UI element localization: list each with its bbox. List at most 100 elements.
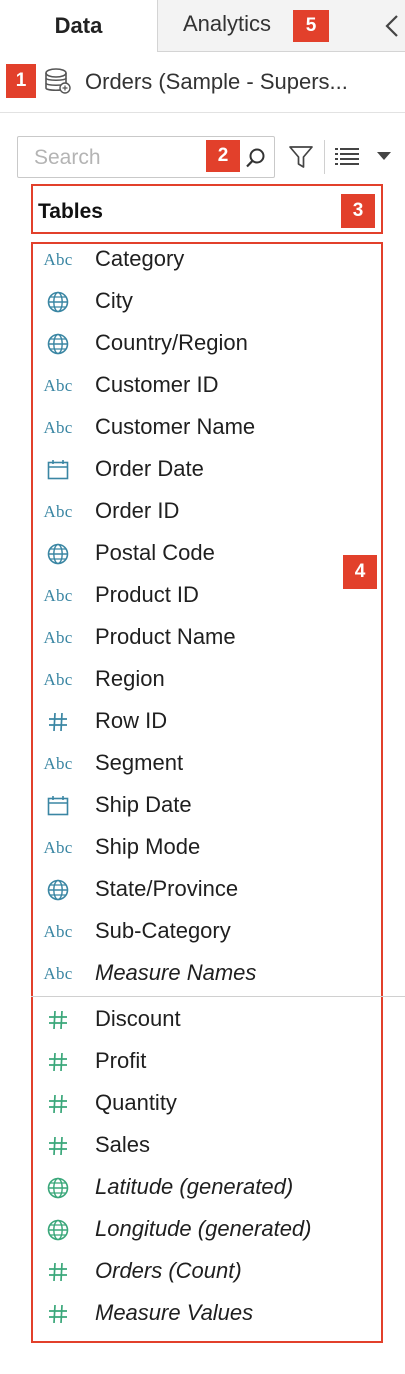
field-label: Discount (95, 1006, 181, 1031)
dimension-field[interactable]: Abc Measure Names (0, 953, 405, 995)
dimension-field[interactable]: Abc Segment (0, 743, 405, 785)
field-label: Country/Region (95, 330, 248, 355)
measure-field[interactable]: Sales (0, 1125, 405, 1167)
search-input[interactable] (34, 145, 214, 171)
abc-icon: Abc (40, 248, 76, 272)
field-label: State/Province (95, 876, 239, 901)
measure-field[interactable]: Measure Values (0, 1293, 405, 1335)
measure-field[interactable]: Longitude (generated) (0, 1209, 405, 1251)
field-label: Quantity (95, 1090, 177, 1115)
measure-field[interactable]: Quantity (0, 1083, 405, 1125)
dimension-field[interactable]: Abc Category (0, 239, 405, 281)
search-icon[interactable] (244, 146, 268, 170)
measure-field[interactable]: Profit (0, 1041, 405, 1083)
field-label: Sub-Category (95, 918, 231, 943)
field-label: Order ID (95, 498, 180, 523)
field-label: Order Date (95, 456, 204, 481)
abc-icon-text: Abc (43, 502, 73, 521)
hash-icon (40, 1260, 76, 1284)
toolbar-divider (324, 140, 325, 174)
dimension-field[interactable]: Order Date (0, 449, 405, 491)
measure-field[interactable]: Discount (0, 999, 405, 1041)
collapse-pane-icon[interactable] (379, 12, 405, 40)
datasource-cylinder-icon (45, 68, 71, 94)
hash-icon (40, 710, 76, 734)
tab-data[interactable]: Data (0, 0, 157, 52)
field-label: Ship Date (95, 792, 192, 817)
abc-icon: Abc (40, 626, 76, 650)
abc-icon-text: Abc (43, 838, 73, 857)
field-label: Customer Name (95, 414, 256, 439)
annotation-badge-1: 1 (6, 64, 36, 98)
dimension-field[interactable]: Abc Customer ID (0, 365, 405, 407)
tab-analytics-label: Analytics (183, 11, 272, 36)
tab-analytics[interactable]: Analytics (157, 0, 405, 52)
field-label: Longitude (generated) (95, 1216, 312, 1241)
measure-field[interactable]: Latitude (generated) (0, 1167, 405, 1209)
measure-field[interactable]: Orders (Count) (0, 1251, 405, 1293)
dimension-field[interactable]: Abc Region (0, 659, 405, 701)
hash-icon (40, 1092, 76, 1116)
tables-section-header: Tables (31, 184, 383, 234)
globe-icon (40, 1218, 76, 1242)
dimension-field[interactable]: Abc Sub-Category (0, 911, 405, 953)
dimension-field[interactable]: Abc Ship Mode (0, 827, 405, 869)
view-list-icon[interactable] (334, 146, 360, 166)
abc-icon: Abc (40, 584, 76, 608)
abc-icon: Abc (40, 752, 76, 776)
annotation-badge-5: 5 (293, 10, 329, 42)
field-label: City (95, 288, 133, 313)
abc-icon-text: Abc (43, 376, 73, 395)
abc-icon: Abc (40, 962, 76, 986)
abc-icon: Abc (40, 500, 76, 524)
abc-icon-text: Abc (43, 250, 73, 269)
dimension-measure-divider (31, 996, 405, 997)
field-label: Region (95, 666, 165, 691)
abc-icon: Abc (40, 920, 76, 944)
abc-icon-text: Abc (43, 418, 73, 437)
globe-icon (40, 542, 76, 566)
hash-icon (40, 1050, 76, 1074)
field-label: Category (95, 246, 185, 271)
globe-icon (40, 1176, 76, 1200)
dimension-field[interactable]: Row ID (0, 701, 405, 743)
datasource-name: Orders (Sample - Supers... (85, 69, 348, 94)
dimension-field[interactable]: City (0, 281, 405, 323)
dimension-field[interactable]: Country/Region (0, 323, 405, 365)
field-label: Sales (95, 1132, 151, 1157)
globe-icon (40, 332, 76, 356)
abc-icon: Abc (40, 836, 76, 860)
hash-icon (40, 1302, 76, 1326)
calendar-icon (40, 794, 76, 818)
field-label: Product Name (95, 624, 236, 649)
dimension-field[interactable]: Abc Order ID (0, 491, 405, 533)
datasource-row[interactable]: Orders (Sample - Supers... (0, 58, 405, 104)
abc-icon-text: Abc (43, 922, 73, 941)
field-label: Postal Code (95, 540, 215, 565)
dimension-field[interactable]: Abc Customer Name (0, 407, 405, 449)
hash-icon (40, 1008, 76, 1032)
dimension-field[interactable]: Abc Product Name (0, 617, 405, 659)
annotation-badge-2: 2 (206, 140, 240, 172)
abc-icon-text: Abc (43, 586, 73, 605)
divider (0, 112, 405, 113)
filter-icon[interactable] (287, 143, 315, 171)
side-pane-tabs: Data Analytics (0, 0, 405, 52)
abc-icon-text: Abc (43, 964, 73, 983)
tables-label: Tables (38, 200, 103, 223)
calendar-icon (40, 458, 76, 482)
annotation-badge-3: 3 (341, 194, 375, 228)
field-label: Product ID (95, 582, 199, 607)
field-label: Row ID (95, 708, 168, 733)
abc-icon-text: Abc (43, 628, 73, 647)
dimension-field[interactable]: Postal Code (0, 533, 405, 575)
dimension-field[interactable]: Abc Product ID (0, 575, 405, 617)
dimension-field[interactable]: State/Province (0, 869, 405, 911)
dimension-field[interactable]: Ship Date (0, 785, 405, 827)
field-label: Segment (95, 750, 184, 775)
hash-icon (40, 1134, 76, 1158)
field-label: Customer ID (95, 372, 219, 397)
chevron-down-icon[interactable] (376, 151, 392, 161)
field-label: Measure Names (95, 960, 257, 985)
abc-icon: Abc (40, 416, 76, 440)
